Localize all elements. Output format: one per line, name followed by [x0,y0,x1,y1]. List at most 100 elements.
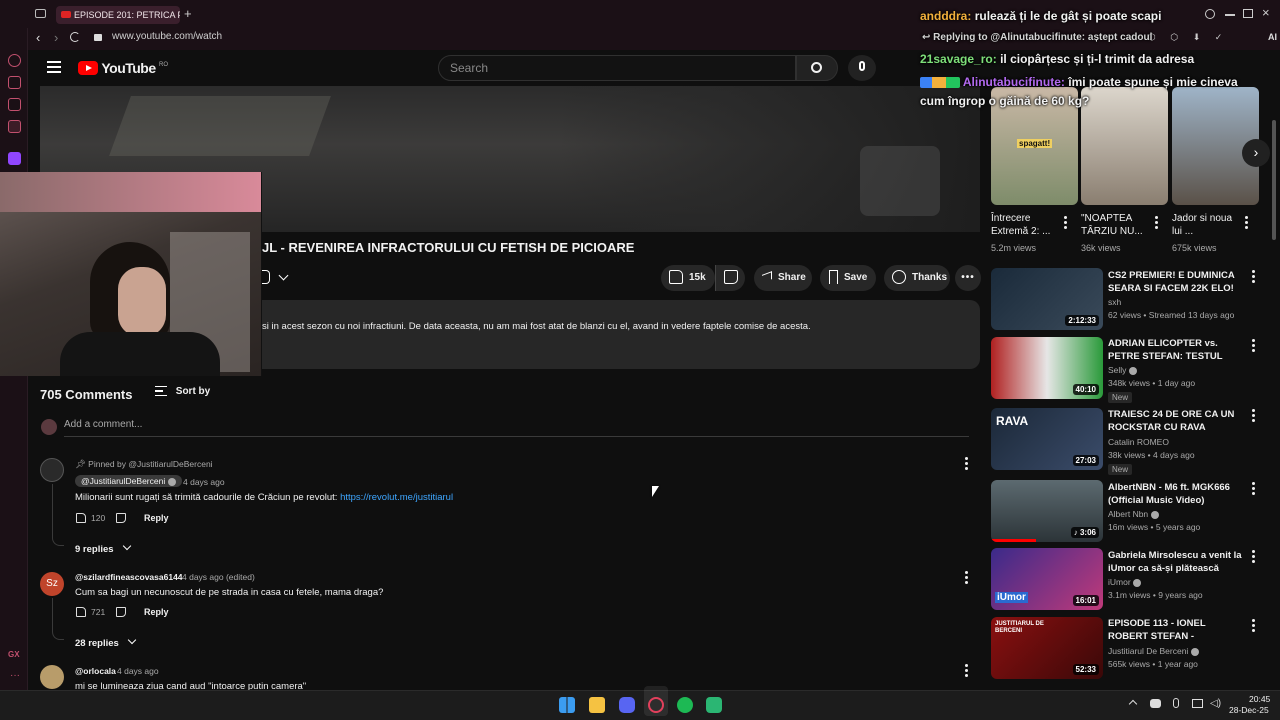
video-channel[interactable]: Albert Nbn [1108,508,1159,521]
avatar-initials: Sz [46,578,58,589]
new-badge: New [1108,392,1133,403]
bookmark-icon [829,270,838,285]
video-title[interactable]: TRAIESC 24 DE ORE CA UN ROCKSTAR CU RAVA [1108,408,1243,434]
short-title[interactable]: "NOAPTEA TÂRZIU NU... [1081,212,1147,238]
thumbnail-text: RAVA [996,414,1029,428]
video-title[interactable]: CS2 PREMIER! E DUMINICA SEARA SI FACEM 2… [1108,269,1243,296]
minimize-icon[interactable] [1225,14,1235,16]
video-thumbnail[interactable]: RAVA 27:03 [991,408,1103,470]
video-meta: 62 views • Streamed 13 days ago [1108,310,1235,320]
video-duration: 16:01 [1072,595,1099,606]
comment-author-avatar[interactable] [40,665,64,689]
video-channel[interactable]: sxh [1108,296,1121,309]
back-icon[interactable]: ‹ [36,30,40,45]
video-meta: 16m views • 5 years ago [1108,522,1201,532]
video-thumbnail[interactable]: ♪ 3:06 [991,480,1103,542]
clock-time[interactable]: 20:45 [1249,694,1270,704]
twitch-alt-icon[interactable] [8,98,21,111]
replies-toggle[interactable]: 28 replies [75,635,137,649]
chevron-down-icon[interactable] [278,270,289,281]
tray-volume-icon[interactable]: ◁) [1210,698,1221,709]
short-thumbnail[interactable] [1081,87,1168,205]
messenger-icon[interactable] [8,120,21,133]
video-channel[interactable]: Selly [1108,364,1137,377]
more-dots-icon[interactable]: ··· [10,670,20,681]
comment-dislike-button[interactable] [116,513,126,523]
windows-start-icon[interactable] [559,697,575,713]
replies-toggle[interactable]: 9 replies [75,541,132,555]
tab-active[interactable]: EPISODE 201: PETRICA PU [56,6,180,24]
game-icon[interactable] [8,76,21,89]
page-scrollbar[interactable] [1272,120,1276,240]
search-input[interactable]: Search [438,55,796,81]
like-button[interactable]: 15k [661,265,715,291]
close-window-icon[interactable]: × [1262,5,1270,20]
tray-display-icon[interactable] [1192,699,1203,708]
chat-reply-text: Replying to @Alinutabucifinute: aștept c… [933,32,1153,43]
video-channel[interactable]: iUmor [1108,576,1142,589]
shorts-next-button[interactable]: › [1242,139,1270,167]
twitch-icon[interactable] [8,152,21,165]
new-tab-button[interactable]: + [184,6,192,21]
comment-author-avatar[interactable] [40,458,64,482]
video-title[interactable]: Gabriela Mirsolescu a venit la iUmor ca … [1108,549,1243,576]
maximize-icon[interactable] [1243,9,1253,18]
video-thumbnail[interactable]: 40:10 [991,337,1103,399]
spotify-icon[interactable] [677,697,693,713]
comment-author-avatar[interactable]: Sz [40,572,64,596]
url-field[interactable]: www.youtube.com/watch [112,31,222,42]
tray-discord-icon[interactable] [1150,699,1161,708]
author-chip[interactable]: @JustitiarulDeBerceni [75,475,182,487]
thanks-button[interactable]: Thanks [884,265,950,291]
video-channel[interactable]: Justitiarul De Berceni [1108,645,1199,658]
dislike-button[interactable] [715,265,745,291]
subscribe-bell-icon[interactable] [262,270,270,284]
region-code: RO [159,62,168,69]
tray-mic-icon[interactable] [1173,698,1179,708]
video-description[interactable]: si in acest sezon cu noi infractiuni. De… [262,300,980,369]
comment-reply-button[interactable]: Reply [144,513,169,523]
short-title[interactable]: Întrecere Extremă 2: ... [991,212,1057,238]
workspace-icon[interactable] [35,9,46,18]
clock-date[interactable]: 28-Dec-25 [1229,705,1269,715]
video-thumbnail[interactable]: JUSTITIARUL DE BERCENI 52:33 [991,617,1103,679]
video-thumbnail[interactable]: 2:12:33 [991,268,1103,330]
search-tabs-icon[interactable] [1205,9,1215,19]
verified-icon [1128,366,1137,375]
search-button[interactable] [796,55,838,81]
comment-like-button[interactable] [76,513,86,523]
more-actions-button[interactable]: ••• [955,265,981,291]
comment-reply-button[interactable]: Reply [144,607,169,617]
reload-icon[interactable] [70,32,80,42]
video-title[interactable]: AlbertNBN - M6 ft. MGK666 (Official Musi… [1108,481,1243,507]
sort-by-button[interactable]: Sort by [155,386,210,397]
ai-icon[interactable]: AI [1268,32,1277,42]
comment-dislike-button[interactable] [116,607,126,617]
youtube-favicon-icon [61,11,71,18]
comment-author[interactable]: @orlocala [75,666,116,676]
comment-like-button[interactable] [76,607,86,617]
voice-search-button[interactable] [848,55,876,81]
video-title[interactable]: ADRIAN ELICOPTER vs. PETRE STEFAN: TESTU… [1108,337,1243,364]
new-badge: New [1108,464,1133,475]
aria-icon[interactable] [8,54,21,67]
short-title[interactable]: Jador si noua lui ... [1172,212,1238,238]
hamburger-menu-icon[interactable] [47,61,61,73]
discord-icon[interactable] [619,697,635,713]
forward-icon[interactable]: › [54,30,58,45]
file-explorer-icon[interactable] [589,697,605,713]
video-channel[interactable]: Catalin ROMEO [1108,436,1169,449]
save-button[interactable]: Save [820,265,876,291]
app-icon[interactable] [706,697,722,713]
comment-author[interactable]: @szilardfineascovasa6144 [75,572,183,582]
share-button[interactable]: Share [754,265,812,291]
revolut-link[interactable]: https://revolut.me/justitiarul [340,492,453,503]
gx-icon[interactable]: GX [8,650,20,659]
sort-label: Sort by [175,386,211,397]
video-title[interactable]: EPISODE 113 - IONEL ROBERT STEFAN - PRIM… [1108,617,1243,644]
youtube-logo[interactable]: YouTube RO [78,60,168,76]
share-label: Share [778,272,806,283]
add-comment-input[interactable]: Add a comment... [64,419,969,437]
video-thumbnail[interactable]: iUmor 16:01 [991,548,1103,610]
chat-reply-line: ↩ Replying to @Alinutabucifinute: aștept… [922,32,1152,43]
